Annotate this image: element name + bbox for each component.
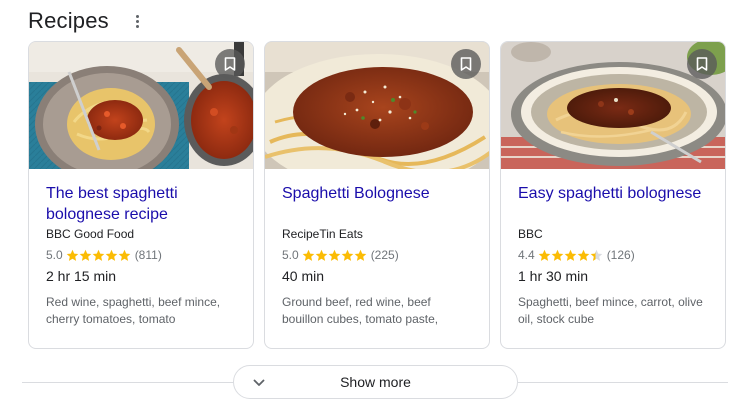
star-icon <box>354 249 366 261</box>
ingredients: Ground beef, red wine, beef bouillon cub… <box>282 295 439 326</box>
star-icon <box>79 249 91 261</box>
rating-count: (811) <box>134 248 162 262</box>
recipe-title[interactable]: The best spaghetti bolognese recipe <box>46 183 236 225</box>
star-icon <box>315 249 327 261</box>
recipe-card-2[interactable]: Spaghetti Bolognese RecipeTin Eats 5.0 (… <box>264 41 490 349</box>
recipe-title[interactable]: Spaghetti Bolognese <box>282 183 472 225</box>
star-icon <box>564 249 576 261</box>
recipe-image[interactable] <box>501 42 725 169</box>
star-icon <box>105 249 117 261</box>
recipe-rating: 4.4 (126) <box>518 247 708 263</box>
star-rating <box>302 249 367 262</box>
recipe-card-1[interactable]: The best spaghetti bolognese recipe BBC … <box>28 41 254 349</box>
ingredients: Red wine, spaghetti, beef mince, cherry … <box>46 295 221 326</box>
rating-count: (225) <box>370 248 399 262</box>
divider <box>22 382 234 383</box>
recipe-rating: 5.0 (811) <box>46 247 236 263</box>
cook-time: 40 min <box>282 268 325 284</box>
recipe-carousel: The best spaghetti bolognese recipe BBC … <box>28 41 726 349</box>
star-icon <box>341 249 353 261</box>
star-icon <box>590 249 602 261</box>
star-rating <box>538 249 603 262</box>
star-rating <box>66 249 131 262</box>
cook-time: 2 hr 15 min <box>46 268 117 284</box>
bookmark-icon[interactable] <box>451 49 481 79</box>
rating-value: 5.0 <box>282 248 299 262</box>
chevron-down-icon <box>253 379 265 386</box>
rating-count: (126) <box>606 248 635 262</box>
star-icon <box>577 249 589 261</box>
recipe-rating: 5.0 (225) <box>282 247 472 263</box>
star-icon <box>118 249 130 261</box>
rating-value: 5.0 <box>46 248 63 262</box>
bookmark-icon[interactable] <box>215 49 245 79</box>
recipe-title[interactable]: Easy spaghetti bolognese <box>518 183 708 225</box>
star-icon <box>92 249 104 261</box>
recipe-source: BBC Good Food <box>46 227 135 241</box>
show-more-button[interactable]: Show more <box>233 365 518 399</box>
recipe-source: RecipeTin Eats <box>282 227 363 241</box>
recipe-image[interactable] <box>29 42 253 169</box>
section-title: Recipes <box>28 8 109 33</box>
star-icon <box>551 249 563 261</box>
more-options-icon[interactable] <box>131 11 145 31</box>
rating-value: 4.4 <box>518 248 535 262</box>
ingredients: Spaghetti, beef mince, carrot, olive oil… <box>518 295 703 326</box>
star-icon <box>328 249 340 261</box>
cook-time: 1 hr 30 min <box>518 268 589 284</box>
bookmark-icon[interactable] <box>687 49 717 79</box>
star-icon <box>302 249 314 261</box>
star-icon <box>66 249 78 261</box>
show-more-label: Show more <box>340 374 411 390</box>
recipe-image[interactable] <box>265 42 489 169</box>
divider <box>518 382 728 383</box>
recipe-card-3[interactable]: Easy spaghetti bolognese BBC 4.4 (126) 1… <box>500 41 726 349</box>
star-icon <box>538 249 550 261</box>
recipe-source: BBC <box>518 227 543 241</box>
recipes-header: Recipes <box>28 6 145 36</box>
